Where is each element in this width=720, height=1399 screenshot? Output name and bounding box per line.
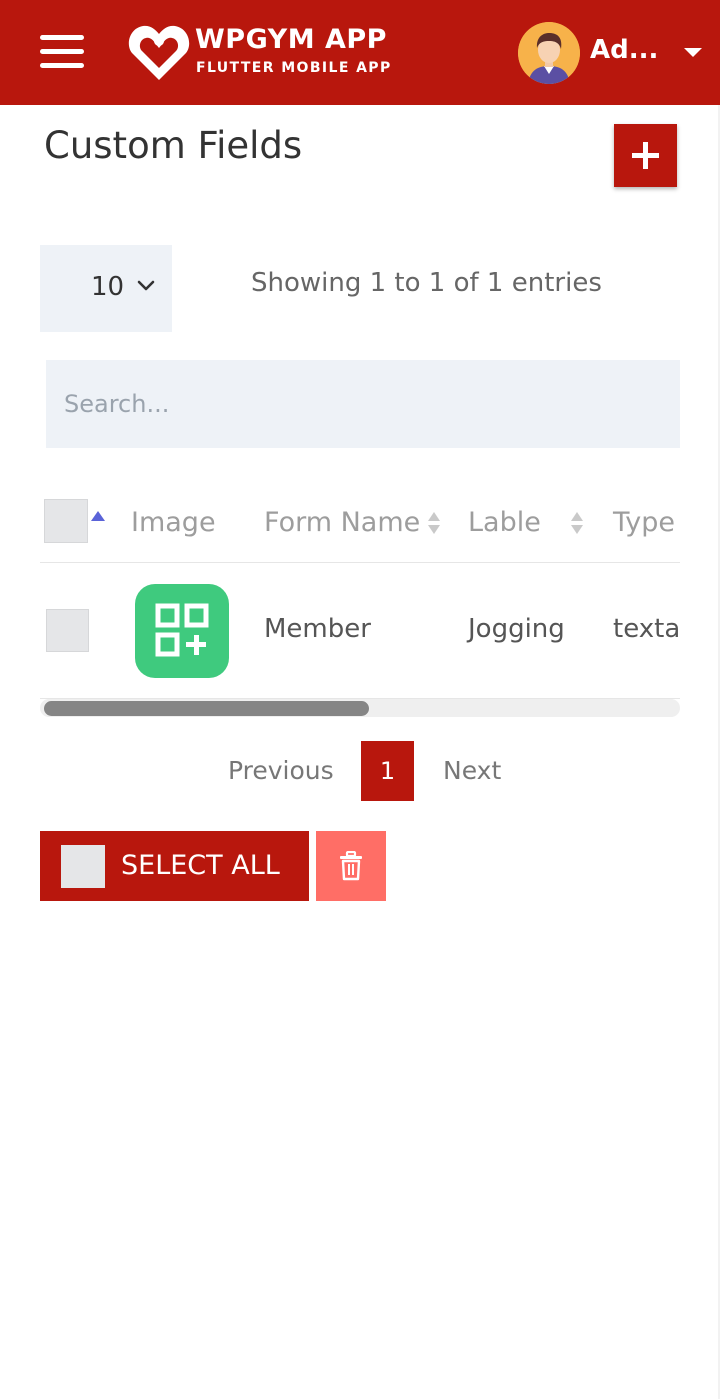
scrollbar-thumb[interactable]	[44, 701, 369, 716]
avatar-person-icon	[518, 22, 580, 84]
page-length-value: 10	[91, 272, 125, 302]
menu-line	[40, 63, 84, 68]
select-all-button[interactable]: SELECT ALL	[40, 831, 309, 901]
row-checkbox[interactable]	[46, 609, 89, 652]
pagination-page-1[interactable]: 1	[361, 741, 414, 801]
user-name[interactable]: Ad...	[590, 35, 658, 65]
cell-type: texta	[613, 614, 680, 644]
sort-icon[interactable]	[571, 512, 583, 536]
table-horizontal-scrollbar[interactable]	[40, 699, 680, 717]
chevron-down-icon	[137, 280, 155, 291]
qr-plus-icon	[135, 584, 229, 678]
add-custom-field-button[interactable]	[614, 124, 677, 187]
custom-fields-table: Image Form Name Lable Type Member Joggin…	[40, 475, 680, 700]
column-header-label[interactable]: Lable	[468, 507, 541, 538]
sort-icon[interactable]	[428, 512, 440, 536]
sort-ascending-icon[interactable]	[91, 511, 105, 521]
trash-icon	[340, 851, 362, 881]
brand-title: WPGYM APP	[195, 24, 387, 55]
menu-line	[40, 49, 84, 54]
user-avatar[interactable]	[518, 22, 580, 84]
pagination-next[interactable]: Next	[443, 756, 501, 785]
search-input[interactable]	[46, 360, 680, 448]
column-header-type[interactable]: Type	[613, 507, 675, 538]
delete-selected-button[interactable]	[316, 831, 386, 901]
table-divider	[40, 562, 680, 563]
heart-logo-icon	[128, 25, 190, 80]
hamburger-menu-icon[interactable]	[40, 35, 84, 69]
pagination-previous[interactable]: Previous	[228, 756, 334, 785]
page-length-select[interactable]: 10	[40, 245, 172, 332]
brand-subtitle: FLUTTER MOBILE APP	[196, 60, 392, 76]
select-all-rows-checkbox[interactable]	[44, 499, 88, 543]
column-header-image[interactable]: Image	[131, 507, 216, 538]
column-header-form-name[interactable]: Form Name	[264, 507, 420, 538]
app-header: WPGYM APP FLUTTER MOBILE APP Ad...	[0, 0, 720, 105]
user-dropdown-caret-icon[interactable]	[684, 48, 702, 57]
entries-info: Showing 1 to 1 of 1 entries	[251, 268, 602, 298]
select-all-label: SELECT ALL	[121, 850, 280, 881]
page-title: Custom Fields	[44, 124, 303, 167]
menu-line	[40, 35, 84, 40]
select-all-checkbox[interactable]	[61, 845, 105, 888]
cell-label: Jogging	[468, 614, 565, 644]
cell-form-name: Member	[264, 614, 371, 644]
